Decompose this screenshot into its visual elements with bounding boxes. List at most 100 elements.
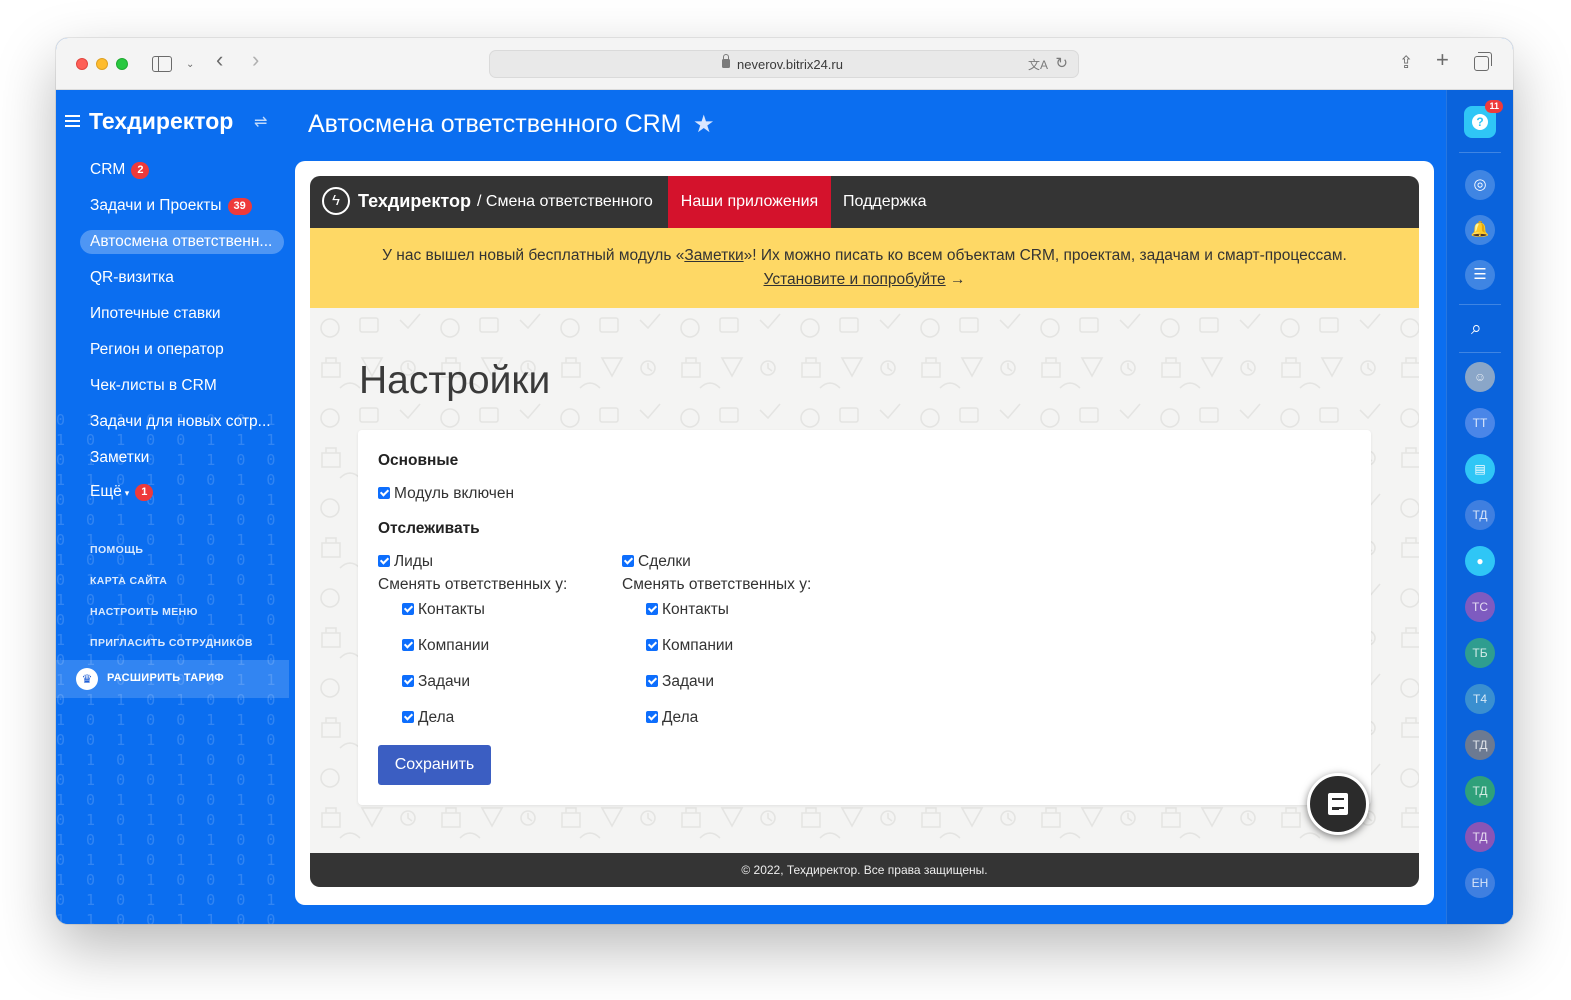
invite-employees-link[interactable]: ПРИГЛАСИТЬ СОТРУДНИКОВ xyxy=(90,637,253,649)
leads-tasks-checkbox[interactable] xyxy=(402,675,414,687)
sidebar-toggle-icon[interactable] xyxy=(152,56,172,72)
avatar[interactable]: ТД xyxy=(1465,776,1495,806)
leads-activities-row[interactable]: Дела xyxy=(402,708,454,728)
deals-tasks-row[interactable]: Задачи xyxy=(646,672,714,692)
avatar[interactable]: ТТ xyxy=(1465,408,1495,438)
new-tab-icon[interactable]: + xyxy=(1436,49,1449,71)
sitemap-link[interactable]: КАРТА САЙТА xyxy=(90,575,167,587)
browser-toolbar: ⌄ ‹ › neverov.bitrix24.ru 文A ↻ ⇪ + xyxy=(56,38,1513,90)
sliders-icon[interactable]: ⇌ xyxy=(254,112,267,132)
translate-icon[interactable]: 文A xyxy=(1028,56,1048,73)
tab-overview-icon[interactable] xyxy=(1474,52,1492,71)
url-text: neverov.bitrix24.ru xyxy=(737,57,843,72)
deals-contacts-row[interactable]: Контакты xyxy=(646,600,729,620)
star-icon[interactable]: ★ xyxy=(693,110,715,139)
app-brand[interactable]: Техдиректор xyxy=(358,191,471,212)
avatar[interactable]: ЕН xyxy=(1465,868,1495,898)
deals-activities-checkbox[interactable] xyxy=(646,711,658,723)
back-icon[interactable]: ‹ xyxy=(216,49,223,71)
search-icon[interactable]: ⌕ xyxy=(1471,318,1482,340)
copilot-icon[interactable]: ◎ xyxy=(1465,170,1495,200)
save-button[interactable]: Сохранить xyxy=(378,745,491,785)
leads-contacts-checkbox[interactable] xyxy=(402,603,414,615)
minimize-window-button[interactable] xyxy=(96,58,108,70)
notes-fab-button[interactable] xyxy=(1307,773,1369,835)
leads-companies-row[interactable]: Компании xyxy=(402,636,489,656)
user-clock-avatar[interactable]: ● xyxy=(1465,546,1495,576)
deals-activities-label: Дела xyxy=(662,709,699,726)
deals-tasks-checkbox[interactable] xyxy=(646,675,658,687)
divider xyxy=(1459,152,1501,153)
leads-checkbox[interactable] xyxy=(378,555,390,567)
chat-icon[interactable]: ☰ xyxy=(1465,260,1495,290)
portal-brand[interactable]: Техдиректор xyxy=(89,108,233,135)
bell-icon[interactable]: 🔔 xyxy=(1465,215,1495,245)
leads-contacts-row[interactable]: Контакты xyxy=(402,600,485,620)
promo-notice: У нас вышел новый бесплатный модуль «Зам… xyxy=(310,228,1419,308)
avatar[interactable]: ТД xyxy=(1465,730,1495,760)
sidebar-item-region[interactable]: Регион и оператор xyxy=(80,338,224,362)
chat-bubble-avatar[interactable]: ▤ xyxy=(1465,454,1495,484)
note-icon xyxy=(1328,793,1348,815)
deals-label: Сделки xyxy=(638,553,691,570)
sidebar-item-qr[interactable]: QR-визитка xyxy=(80,266,174,290)
notes-link[interactable]: Заметки xyxy=(684,247,743,264)
leads-row[interactable]: Лиды xyxy=(378,552,433,572)
burger-menu-icon[interactable] xyxy=(65,115,80,127)
module-enabled-label: Модуль включен xyxy=(394,485,515,502)
deals-row[interactable]: Сделки xyxy=(622,552,691,572)
deals-checkbox[interactable] xyxy=(622,555,634,567)
notice-text: У нас вышел новый бесплатный модуль « xyxy=(382,247,685,264)
sidebar-item-crm[interactable]: CRM 2 xyxy=(80,158,150,182)
help-counter: 11 xyxy=(1485,100,1503,113)
leads-companies-checkbox[interactable] xyxy=(402,639,414,651)
leads-activities-checkbox[interactable] xyxy=(402,711,414,723)
sidebar-item-label: CRM xyxy=(90,161,126,178)
avatar[interactable]: ТД xyxy=(1465,822,1495,852)
settings-heading: Настройки xyxy=(359,359,551,402)
left-menu: 0 1 1 0 1 0 0 1 0 1 1 0 1 0 0 1 1 1 0 0 … xyxy=(56,90,296,924)
leads-activities-label: Дела xyxy=(418,709,455,726)
app-brand-subtitle: / Смена ответственного xyxy=(477,193,653,210)
share-icon[interactable]: ⇪ xyxy=(1399,52,1413,74)
deals-companies-row[interactable]: Компании xyxy=(646,636,733,656)
avatar[interactable]: Т4 xyxy=(1465,684,1495,714)
avatar[interactable]: ТБ xyxy=(1465,638,1495,668)
sidebar-item-mortgage[interactable]: Ипотечные ставки xyxy=(80,302,221,326)
deals-activities-row[interactable]: Дела xyxy=(646,708,698,728)
sidebar-item-more[interactable]: Ещё ▾ 1 xyxy=(80,480,154,504)
nav-our-apps[interactable]: Наши приложения xyxy=(668,176,831,228)
sidebar-item-new-employee-tasks[interactable]: Задачи для новых сотр... xyxy=(80,410,271,434)
deals-companies-checkbox[interactable] xyxy=(646,639,658,651)
deals-change-for-label: Сменять ответственных у: xyxy=(622,576,812,593)
module-enabled-checkbox[interactable] xyxy=(378,487,390,499)
configure-menu-link[interactable]: НАСТРОИТЬ МЕНЮ xyxy=(90,606,198,618)
deals-contacts-checkbox[interactable] xyxy=(646,603,658,615)
avatar[interactable]: ТД xyxy=(1465,500,1495,530)
sidebar-item-autochange[interactable]: Автосмена ответственн... xyxy=(80,230,284,254)
leads-label: Лиды xyxy=(394,553,434,570)
sidebar-item-notes[interactable]: Заметки xyxy=(80,446,149,470)
close-window-button[interactable] xyxy=(76,58,88,70)
sidebar-item-tasks[interactable]: Задачи и Проекты 39 xyxy=(80,194,252,218)
avatar-group[interactable]: ☺ xyxy=(1465,362,1495,392)
upgrade-plan-button[interactable]: ♛ РАСШИРИТЬ ТАРИФ xyxy=(56,660,289,698)
install-try-link[interactable]: Установите и попробуйте xyxy=(764,271,946,288)
avatar[interactable]: ТС xyxy=(1465,592,1495,622)
leads-tasks-row[interactable]: Задачи xyxy=(402,672,470,692)
zoom-window-button[interactable] xyxy=(116,58,128,70)
nav-support[interactable]: Поддержка xyxy=(843,176,926,228)
leads-change-for-label: Сменять ответственных у: xyxy=(378,576,568,593)
chevron-down-icon[interactable]: ⌄ xyxy=(186,54,194,76)
sidebar-item-checklists[interactable]: Чек-листы в CRM xyxy=(80,374,217,398)
address-bar[interactable]: neverov.bitrix24.ru 文A ↻ xyxy=(489,50,1079,78)
chevron-down-icon: ▾ xyxy=(124,488,130,498)
lock-icon xyxy=(722,54,730,68)
counter-badge: 39 xyxy=(227,198,252,215)
reload-icon[interactable]: ↻ xyxy=(1055,54,1068,72)
help-button[interactable]: ? 11 xyxy=(1464,100,1503,138)
help-link[interactable]: ПОМОЩЬ xyxy=(90,544,143,556)
module-enabled-row[interactable]: Модуль включен xyxy=(378,484,514,504)
settings-card: Основные Модуль включен Отслеживать Лиды… xyxy=(358,430,1371,805)
forward-icon[interactable]: › xyxy=(252,49,259,71)
